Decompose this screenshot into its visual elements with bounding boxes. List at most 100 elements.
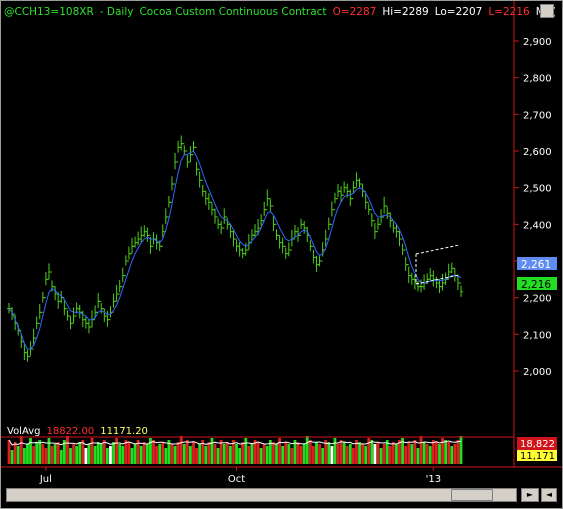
volume-bar: [75, 446, 79, 464]
top-right-button[interactable]: [540, 4, 554, 18]
volume-bar: [425, 444, 429, 464]
volume-bar: [7, 440, 11, 464]
volume-bar: [158, 444, 162, 464]
volume-bar: [284, 442, 288, 464]
price-bar: [332, 192, 337, 211]
volume-bar: [370, 440, 374, 464]
volume-bar: [410, 444, 414, 464]
ma-price-badge: 2,261: [521, 259, 551, 271]
volume-bar: [250, 444, 254, 464]
volume-bar: [367, 438, 371, 464]
volume-bar: [321, 448, 325, 464]
price-bar: [219, 220, 224, 234]
volume-bar: [222, 444, 226, 464]
price-bar: [114, 284, 119, 302]
volume-bars: [7, 436, 463, 464]
volume-bar: [413, 440, 417, 464]
price-bar: [206, 193, 211, 210]
channel-lines: [415, 244, 460, 285]
price-bar: [77, 304, 82, 319]
price-bar: [280, 237, 285, 254]
volume-bar: [66, 436, 69, 464]
volume-bar: [112, 442, 115, 464]
price-bar: [366, 201, 371, 215]
volume-bar: [44, 448, 48, 464]
volume-bar: [189, 446, 192, 464]
price-tick-label: 2,600: [523, 147, 552, 158]
volume-bar: [453, 444, 457, 464]
price-bar: [357, 178, 362, 189]
price-bar: [317, 254, 322, 267]
volume-bar: [382, 444, 386, 464]
price-bar: [277, 234, 282, 249]
volume-bar: [287, 444, 291, 464]
volume-bar: [395, 444, 398, 464]
volume-bar: [56, 442, 60, 464]
volume-bar: [102, 440, 106, 464]
scroll-thumb[interactable]: [451, 489, 493, 501]
volume-bar: [391, 442, 395, 464]
volume-bar: [22, 448, 26, 464]
volume-bar: [105, 448, 109, 464]
scroll-right-button[interactable]: ►: [521, 488, 539, 502]
time-axis: Jul Oct '13: [39, 467, 441, 485]
volume-bar: [198, 444, 202, 464]
price-bar: [200, 179, 205, 197]
volume-bar: [142, 442, 146, 464]
price-bar: [129, 237, 134, 255]
volume-bar: [195, 448, 198, 464]
price-bar: [123, 255, 128, 277]
volume-bar: [87, 444, 91, 464]
volume-bar: [155, 446, 158, 464]
moving-average-line: [8, 150, 462, 350]
price-bar: [83, 316, 88, 329]
price-bar: [449, 262, 454, 274]
price-bar: [216, 216, 221, 230]
volume-bar: [109, 446, 112, 464]
volume-bar: [26, 444, 29, 464]
volume-bar: [38, 440, 42, 464]
volume-bar: [72, 444, 75, 464]
price-bar: [342, 181, 347, 196]
price-bar: [74, 302, 79, 317]
volume-bar: [419, 436, 423, 464]
volume-bar: [78, 442, 82, 464]
price-bar: [46, 263, 51, 280]
volume-value-2: 11171.20: [100, 426, 148, 437]
price-bar: [65, 308, 70, 321]
volume-bar: [272, 442, 275, 464]
price-tick-label: 2,700: [523, 110, 552, 121]
price-tick-label: 2,200: [523, 294, 552, 305]
price-bar: [68, 315, 73, 330]
price-bar: [209, 201, 214, 216]
volume-bar: [333, 438, 337, 464]
volume-bar: [361, 444, 365, 464]
volume-bar: [130, 448, 134, 464]
volume-bar: [219, 440, 223, 464]
volume-bar: [96, 442, 100, 464]
volume-bar: [339, 440, 343, 464]
price-bar: [431, 270, 436, 287]
volume-bar: [210, 438, 214, 464]
price-bar: [203, 190, 208, 206]
volume-bar: [435, 442, 438, 464]
volume-bar: [348, 444, 352, 464]
price-bar: [182, 143, 187, 156]
price-bars: [7, 135, 463, 362]
price-bar: [25, 349, 30, 362]
volume-bar: [93, 446, 97, 464]
horizontal-scrollbar[interactable]: [6, 488, 517, 502]
volume-bar: [179, 436, 183, 464]
volume-bar: [459, 436, 463, 464]
price-bar: [348, 189, 353, 207]
volume-bar: [308, 440, 312, 464]
price-bar: [96, 293, 101, 313]
price-bar: [382, 196, 387, 218]
price-bar: [268, 198, 273, 212]
last-price-badge: 2,216: [521, 279, 551, 291]
scroll-left-button[interactable]: ◄: [541, 488, 557, 502]
volume-bar: [170, 444, 174, 464]
price-bar: [437, 278, 442, 294]
volume-bar: [379, 448, 383, 464]
volume-bar: [161, 442, 165, 464]
